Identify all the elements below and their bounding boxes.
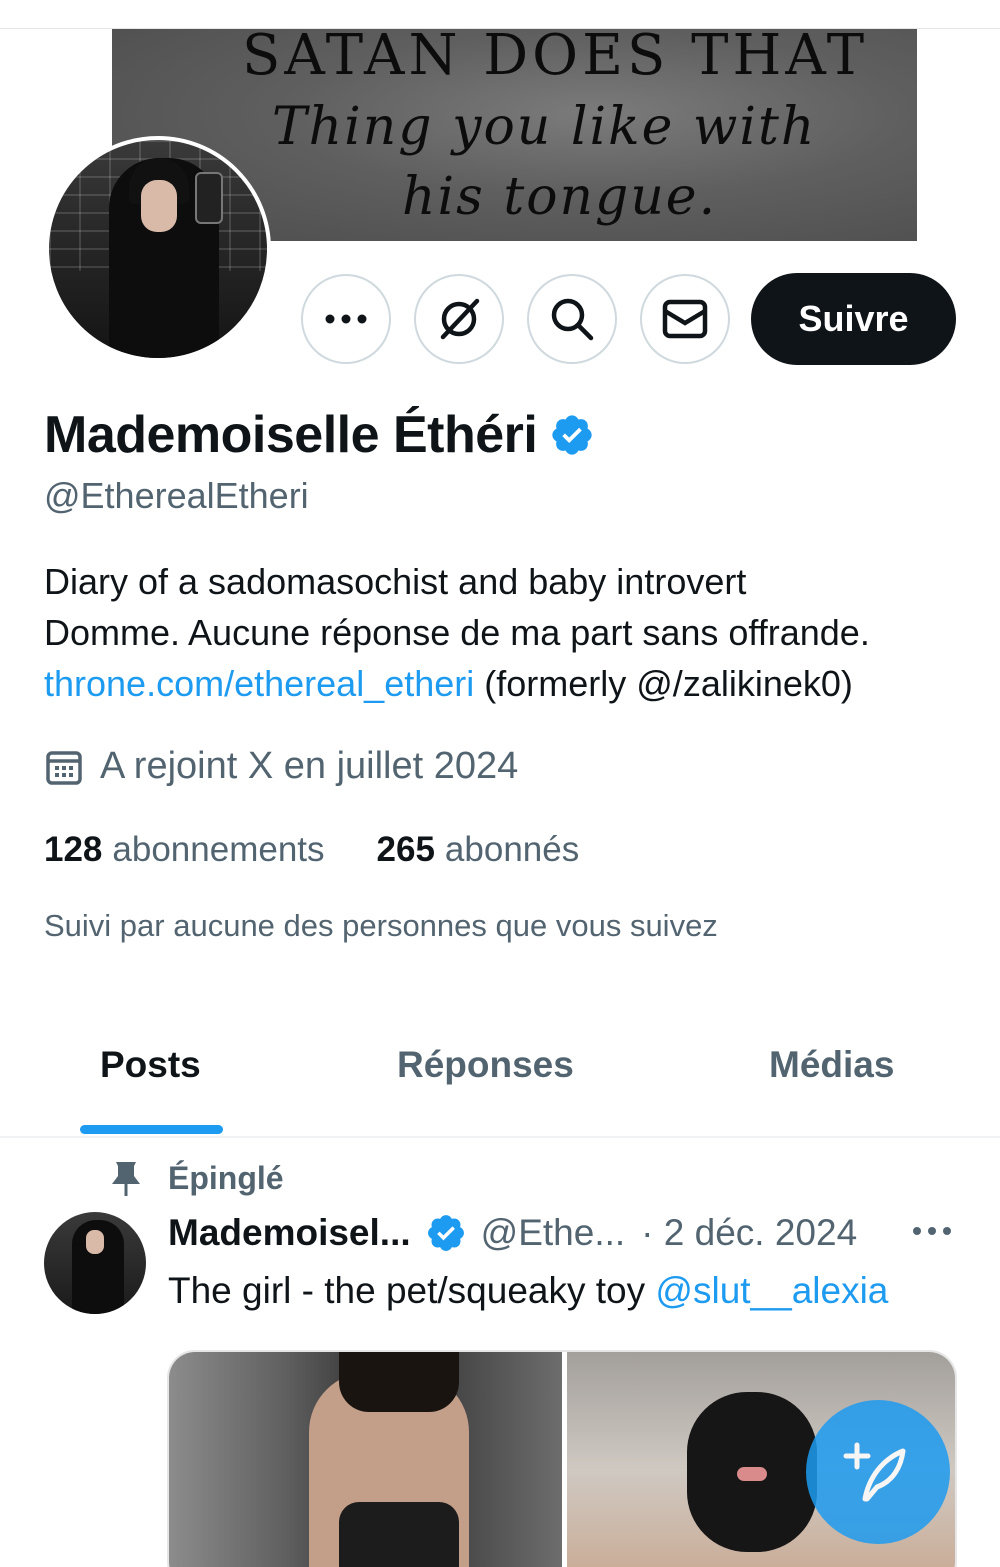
profile-tabs: Posts Réponses Médias bbox=[0, 1030, 1000, 1136]
display-name: Mademoiselle Éthéri bbox=[44, 406, 538, 464]
bio-link-suffix: (formerly @/zalikinek0) bbox=[474, 663, 853, 704]
message-button[interactable] bbox=[640, 274, 730, 364]
post-header: Mademoisel... @Ethe... · 2 déc. 2024 bbox=[168, 1212, 857, 1254]
bio-line-1: Diary of a sadomasochist and baby introv… bbox=[44, 561, 747, 602]
followers-link[interactable]: 265 abonnés bbox=[377, 830, 580, 870]
post-avatar-face bbox=[86, 1230, 104, 1254]
tab-replies[interactable]: Réponses bbox=[397, 1044, 574, 1086]
mail-icon bbox=[662, 299, 708, 339]
follow-stats: 128 abonnements 265 abonnés bbox=[44, 830, 631, 870]
more-horizontal-icon bbox=[913, 1227, 951, 1235]
media-1-clothing bbox=[339, 1502, 459, 1567]
calendar-icon bbox=[46, 750, 82, 785]
tab-media[interactable]: Médias bbox=[769, 1044, 894, 1086]
more-options-button[interactable] bbox=[301, 274, 391, 364]
joined-date-row: A rejoint X en juillet 2024 bbox=[44, 745, 518, 788]
compose-icon bbox=[843, 1442, 906, 1502]
avatar-phone bbox=[195, 172, 223, 224]
media-1-hair bbox=[339, 1352, 459, 1412]
post-date[interactable]: · 2 déc. 2024 bbox=[641, 1212, 857, 1254]
banner-text-line-2: Thing you like with bbox=[272, 97, 817, 157]
banner-text-line-3: his tongue. bbox=[402, 167, 718, 227]
verified-badge-icon bbox=[427, 1215, 464, 1251]
post-more-button[interactable] bbox=[912, 1224, 952, 1242]
post-media-image-1[interactable] bbox=[169, 1352, 562, 1567]
tabs-divider bbox=[0, 1136, 1000, 1138]
following-link[interactable]: 128 abonnements bbox=[44, 830, 325, 870]
media-2-mouth bbox=[737, 1467, 767, 1481]
pinned-label-row: Épinglé bbox=[110, 1158, 284, 1198]
more-horizontal-icon bbox=[325, 314, 367, 324]
post-text: The girl - the pet/squeaky toy @slut__al… bbox=[168, 1270, 888, 1312]
joined-text: A rejoint X en juillet 2024 bbox=[100, 745, 519, 787]
search-profile-button[interactable] bbox=[527, 274, 617, 364]
post-author-avatar[interactable] bbox=[44, 1212, 146, 1314]
post-author-name[interactable]: Mademoisel... bbox=[168, 1212, 411, 1254]
bio-line-3: throne.com/ethereal_etheri (formerly @/z… bbox=[44, 658, 974, 709]
avatar-face bbox=[141, 180, 177, 232]
profile-bio: Diary of a sadomasochist and baby introv… bbox=[44, 556, 974, 709]
pin-icon bbox=[112, 1162, 140, 1196]
post-mention-link[interactable]: @slut__alexia bbox=[655, 1270, 888, 1311]
compose-post-button[interactable] bbox=[806, 1400, 950, 1544]
followers-label: abonnés bbox=[444, 830, 580, 869]
search-icon bbox=[551, 298, 594, 341]
tab-posts[interactable]: Posts bbox=[100, 1044, 201, 1086]
profile-avatar[interactable] bbox=[45, 136, 271, 362]
bio-line-2: Domme. Aucune réponse de ma part sans of… bbox=[44, 612, 870, 653]
post-text-body: The girl - the pet/squeaky toy bbox=[168, 1270, 656, 1311]
active-tab-indicator bbox=[80, 1125, 223, 1134]
profile-handle: @EtherealEtheri bbox=[44, 475, 309, 516]
pinned-label: Épinglé bbox=[168, 1159, 284, 1196]
following-count: 128 bbox=[44, 830, 103, 869]
grok-icon bbox=[440, 298, 480, 340]
profile-name-row: Mademoiselle Éthéri bbox=[44, 405, 595, 465]
follow-button[interactable]: Suivre bbox=[751, 273, 956, 365]
followed-by-text[interactable]: Suivi par aucune des personnes que vous … bbox=[44, 908, 718, 944]
verified-badge-icon[interactable] bbox=[549, 412, 595, 458]
post-author-handle[interactable]: @Ethe... bbox=[481, 1212, 626, 1254]
following-label: abonnements bbox=[112, 830, 325, 869]
banner-text-line-1: SATAN DOES THAT bbox=[242, 29, 869, 88]
bio-link[interactable]: throne.com/ethereal_etheri bbox=[44, 663, 474, 704]
followers-count: 265 bbox=[376, 830, 435, 869]
grok-button[interactable] bbox=[414, 274, 504, 364]
